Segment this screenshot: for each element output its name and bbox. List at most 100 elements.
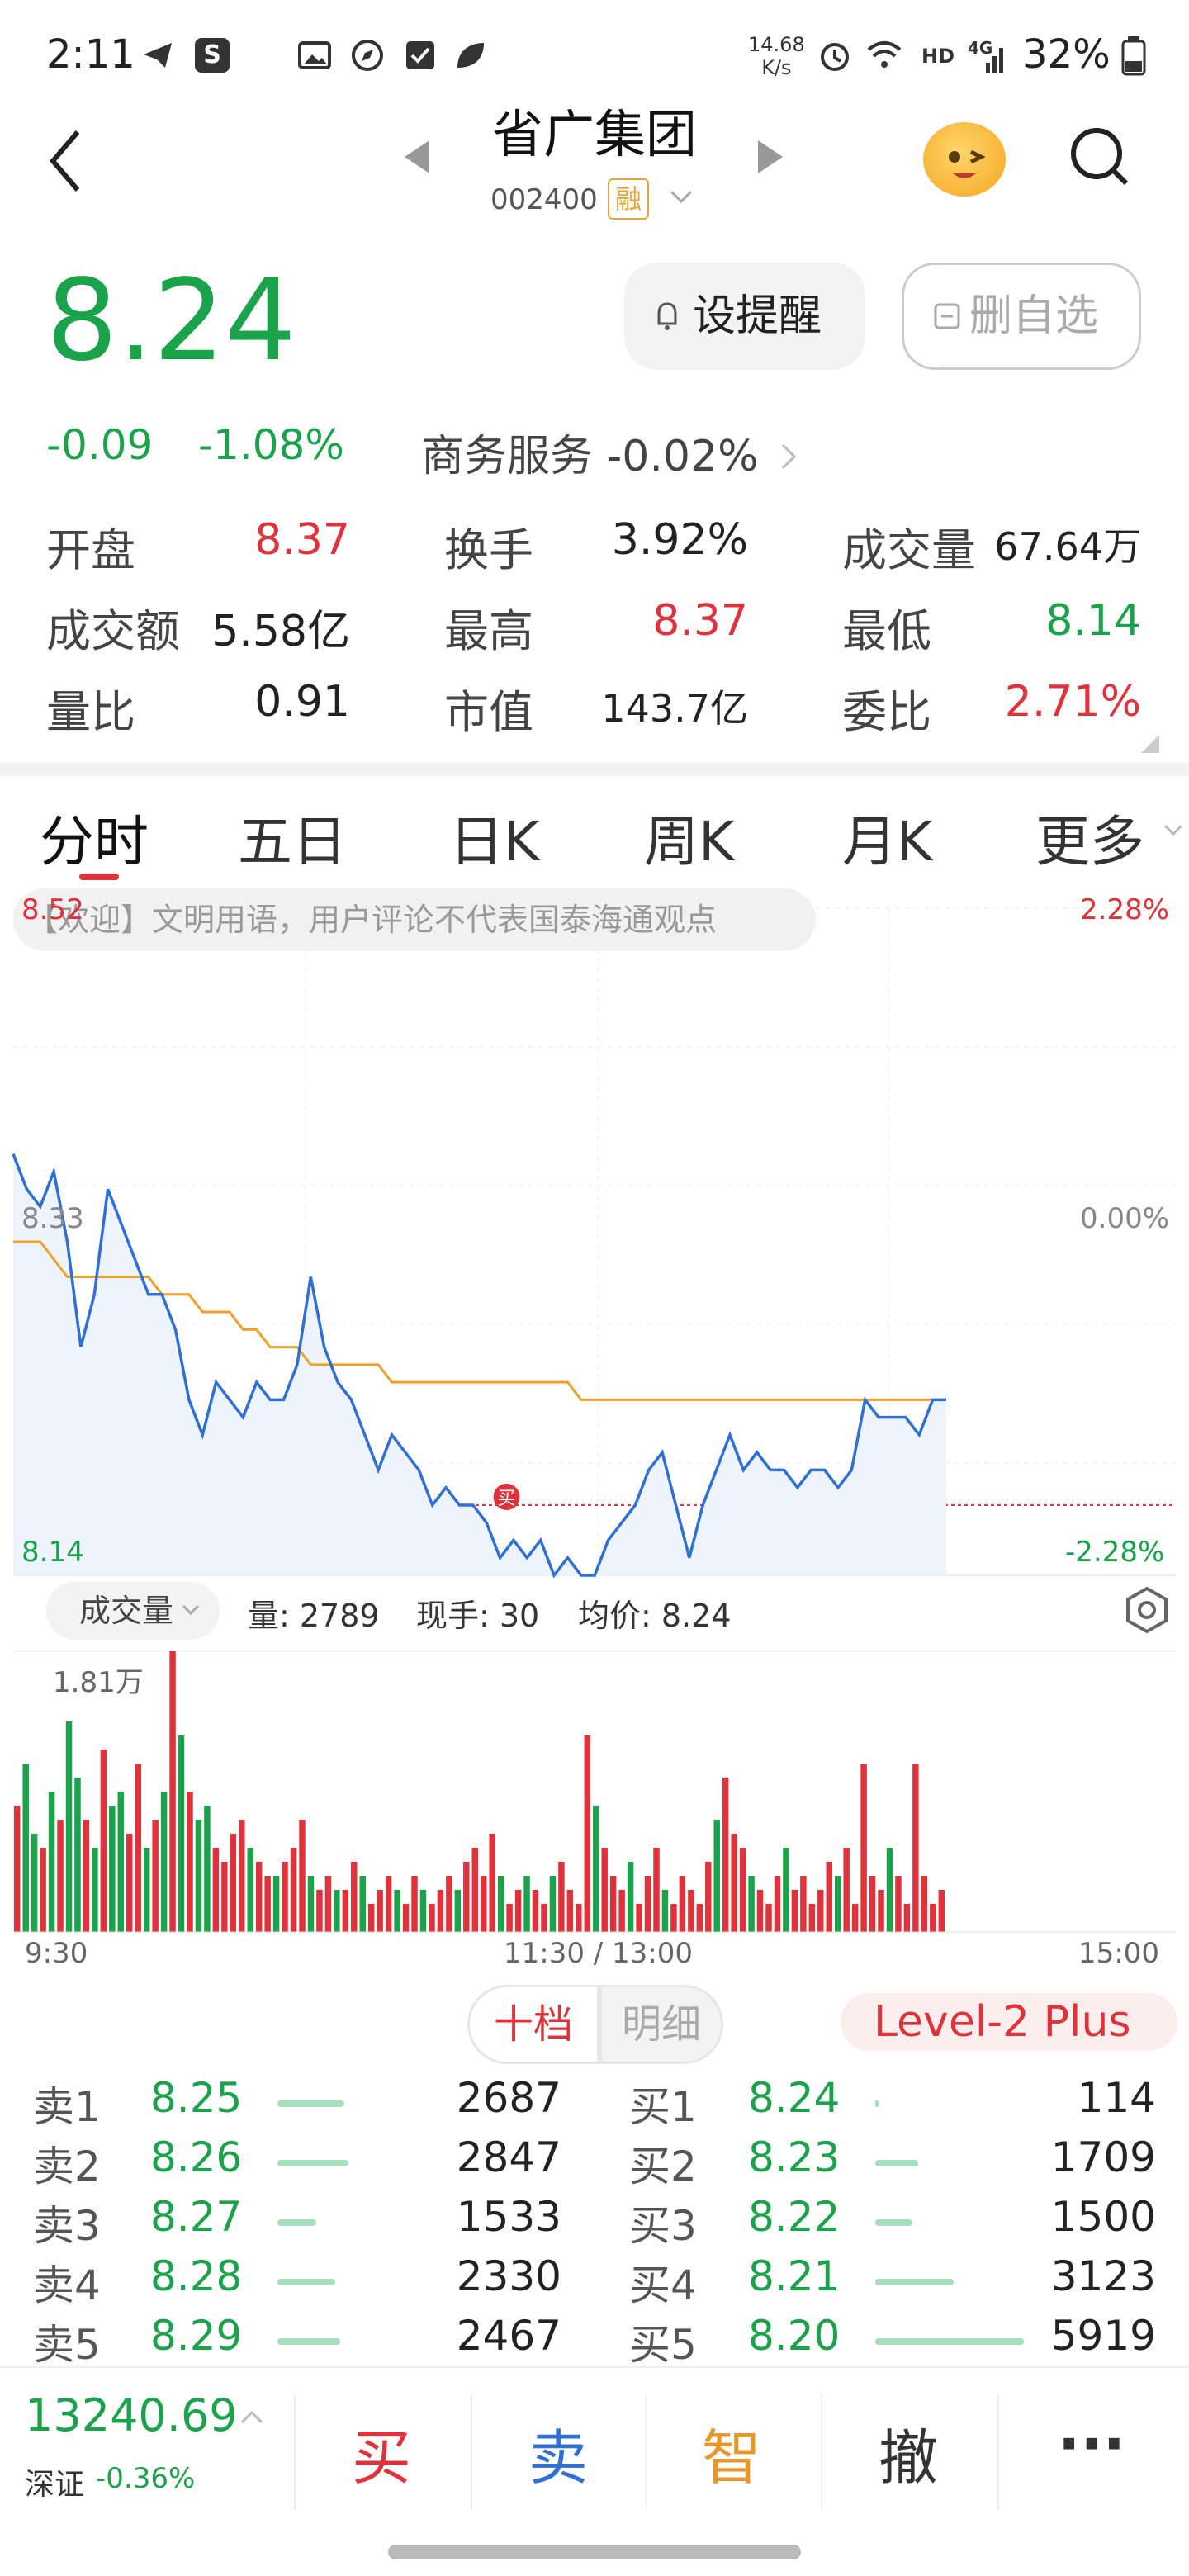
volume-bar xyxy=(437,1890,444,1932)
volume-bar xyxy=(869,1876,876,1932)
level2-plus-button[interactable]: Level-2 Plus xyxy=(841,1993,1177,2051)
volume-bar xyxy=(938,1890,945,1932)
order-price[interactable]: 8.20 xyxy=(748,2312,840,2360)
remove-watchlist-button[interactable]: 删自选 xyxy=(902,263,1141,370)
mascot-icon[interactable] xyxy=(923,122,1006,197)
back-icon[interactable] xyxy=(41,124,91,198)
order-price[interactable]: 8.21 xyxy=(748,2252,840,2300)
volume-bar xyxy=(195,1820,202,1932)
home-indicator[interactable] xyxy=(388,2545,801,2559)
order-price[interactable]: 8.27 xyxy=(150,2193,242,2241)
volume-bar xyxy=(272,1876,280,1932)
order-price[interactable]: 8.26 xyxy=(150,2133,242,2181)
prev-stock-icon[interactable] xyxy=(405,140,429,173)
expand-corner-icon[interactable] xyxy=(1141,735,1159,753)
volume-bar xyxy=(756,1890,764,1932)
minus-box-icon xyxy=(934,303,960,329)
order-level-label: 卖4 xyxy=(33,2261,101,2309)
volume-bar xyxy=(609,1876,617,1932)
order-level-label: 卖2 xyxy=(33,2143,101,2190)
volume-bar xyxy=(895,1876,902,1932)
tab-1[interactable]: 五日 xyxy=(238,798,347,877)
order-level-label: 卖1 xyxy=(33,2083,101,2131)
volume-bar xyxy=(419,1890,427,1932)
stat-value: 143.7亿 xyxy=(601,686,748,731)
buy-button[interactable]: 买 xyxy=(332,2409,431,2496)
volume-bar xyxy=(826,1862,832,1932)
x-axis-start: 9:30 xyxy=(25,1937,88,1970)
stat-value: 0.91 xyxy=(254,677,350,727)
volume-max-label: 1.81万 xyxy=(53,1666,144,1699)
smart-button[interactable]: 智 xyxy=(682,2409,781,2496)
volume-indicator-select[interactable]: 成交量 xyxy=(46,1582,220,1640)
volume-bar xyxy=(126,1834,133,1932)
order-level-label: 买1 xyxy=(629,2083,697,2131)
tab-5[interactable]: 更多 xyxy=(1035,798,1144,877)
volume-bar xyxy=(109,1806,116,1932)
settings-hexagon-icon[interactable] xyxy=(1125,1585,1169,1635)
order-price[interactable]: 8.28 xyxy=(150,2252,242,2300)
order-volume-bar xyxy=(277,2160,348,2166)
volume-bar xyxy=(307,1876,315,1932)
level2-label: Level-2 Plus xyxy=(874,1997,1131,2047)
set-alert-button[interactable]: 设提醒 xyxy=(624,263,865,370)
index-value[interactable]: 13240.69 xyxy=(25,2389,238,2441)
volume-bar xyxy=(705,1862,712,1932)
volume-bar xyxy=(558,1862,565,1932)
volume-bar xyxy=(722,1778,729,1932)
status-bar: 2:11 S 14.68 K/s HD 4G 32% xyxy=(0,0,1189,107)
chevron-down-icon xyxy=(182,1604,200,1616)
volume-bar xyxy=(385,1876,392,1932)
section-divider xyxy=(0,763,1189,776)
order-price[interactable]: 8.29 xyxy=(150,2312,242,2360)
cancel-order-button[interactable]: 撤 xyxy=(859,2409,958,2496)
volume-bar xyxy=(212,1848,220,1932)
tab-0[interactable]: 分时 xyxy=(40,798,149,877)
order-level-label: 买4 xyxy=(629,2261,697,2309)
order-price[interactable]: 8.23 xyxy=(748,2133,840,2181)
stat-label: 委比 xyxy=(842,686,931,738)
set-alert-label: 设提醒 xyxy=(692,291,822,341)
divider xyxy=(997,2394,999,2510)
tab-2[interactable]: 日K xyxy=(449,798,539,877)
order-volume: 2687 xyxy=(456,2074,561,2122)
comment-notice[interactable]: 【欢迎】文明用语，用户评论不代表国泰海通观点 xyxy=(13,888,816,951)
chevron-down-icon[interactable] xyxy=(1163,822,1184,839)
volume-bar xyxy=(549,1876,557,1932)
volume-bar xyxy=(14,1806,21,1932)
chevron-down-icon[interactable] xyxy=(669,188,694,205)
order-level-label: 卖5 xyxy=(33,2321,101,2369)
order-price[interactable]: 8.24 xyxy=(748,2074,840,2122)
search-icon[interactable] xyxy=(1068,125,1131,188)
telegram-icon xyxy=(144,43,172,68)
tab-ten-level[interactable]: 十档 xyxy=(467,1985,599,2064)
volume-bar xyxy=(860,1764,867,1932)
chevron-up-icon[interactable] xyxy=(239,2409,264,2426)
volume-bar xyxy=(696,1904,703,1932)
order-price[interactable]: 8.25 xyxy=(150,2074,242,2122)
sell-button[interactable]: 卖 xyxy=(509,2409,608,2496)
stat-value: 67.64万 xyxy=(994,524,1141,569)
volume-bar xyxy=(264,1876,271,1932)
volume-bar xyxy=(523,1876,530,1932)
volume-bar xyxy=(808,1904,816,1932)
order-volume: 2330 xyxy=(456,2252,561,2300)
volume-bar xyxy=(497,1876,504,1932)
more-button[interactable]: ··· xyxy=(1042,2409,1141,2479)
volume-bar xyxy=(446,1876,452,1932)
order-price[interactable]: 8.22 xyxy=(748,2193,840,2241)
image-icon xyxy=(298,41,331,69)
volume-bar xyxy=(878,1890,884,1932)
volume-bar xyxy=(834,1876,841,1932)
volume-bar xyxy=(367,1904,375,1932)
order-volume-bar xyxy=(875,2160,918,2166)
tab-3[interactable]: 周K xyxy=(644,798,734,877)
volume-bar xyxy=(160,1792,168,1932)
tab-detail[interactable]: 明细 xyxy=(599,1985,723,2064)
tab-4[interactable]: 月K xyxy=(842,798,932,877)
next-stock-icon[interactable] xyxy=(758,140,783,173)
volume-bar xyxy=(584,1735,591,1932)
sector-link[interactable]: 商务服务 -0.02% xyxy=(421,421,797,483)
stat-label: 最低 xyxy=(842,605,931,657)
intraday-chart[interactable]: 买 xyxy=(0,880,1189,1986)
